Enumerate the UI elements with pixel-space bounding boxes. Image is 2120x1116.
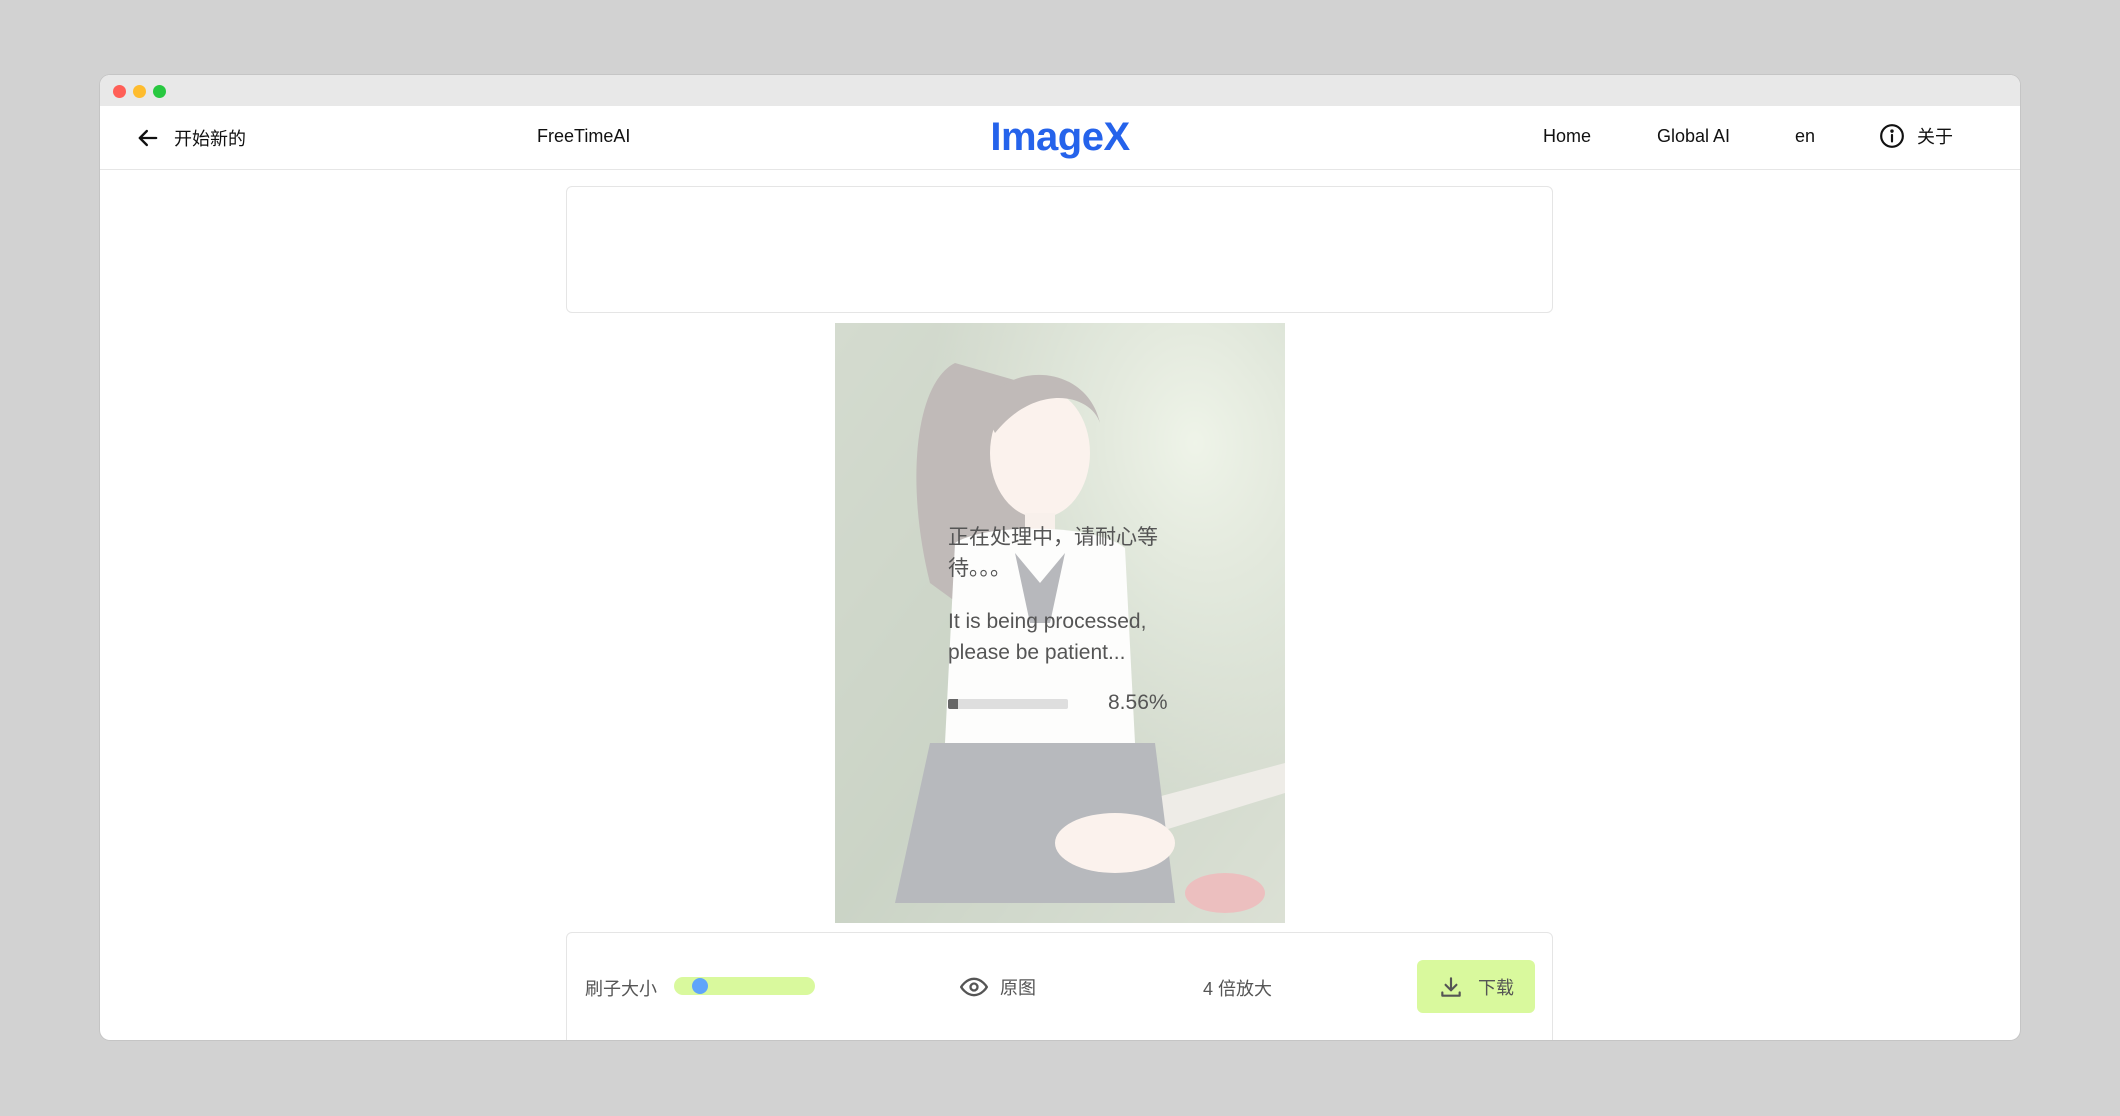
upscale-4x-button[interactable]: 4 倍放大 <box>1203 975 1272 1001</box>
view-original-button[interactable]: 原图 <box>960 973 1036 1001</box>
editor-toolbar: 刷子大小 原图 4 倍放大 下载 <box>566 932 1553 1040</box>
eye-icon <box>960 977 988 997</box>
image-preview[interactable]: 正在处理中，请耐心等待。。。 It is being processed, pl… <box>835 323 1285 923</box>
minimize-window-button[interactable] <box>133 85 146 98</box>
top-panel <box>566 186 1553 313</box>
download-label: 下载 <box>1478 977 1514 998</box>
browser-window: 开始新的 FreeTimeAI ImageX Home Global AI en… <box>100 75 2020 1040</box>
brush-size-slider[interactable] <box>674 977 815 995</box>
maximize-window-button[interactable] <box>153 85 166 98</box>
nav-link-global-ai[interactable]: Global AI <box>1657 126 1730 147</box>
brush-size-slider-thumb[interactable] <box>692 978 709 994</box>
download-icon <box>1441 976 1461 997</box>
about-button[interactable]: 关于 <box>1879 123 1953 149</box>
top-navbar: 开始新的 FreeTimeAI ImageX Home Global AI en… <box>100 106 2020 170</box>
about-label: 关于 <box>1917 127 1953 147</box>
imagex-logo[interactable]: ImageX <box>990 115 1130 160</box>
processing-message-en: It is being processed, please be patient… <box>948 610 1147 664</box>
progress-bar <box>948 699 1068 709</box>
close-window-button[interactable] <box>113 85 126 98</box>
info-circle-icon <box>1880 124 1904 148</box>
progress-percent: 8.56% <box>1108 691 1168 714</box>
language-selector[interactable]: en <box>1795 126 1815 147</box>
progress-bar-fill <box>948 699 959 709</box>
window-titlebar <box>100 75 2020 106</box>
download-button[interactable]: 下载 <box>1417 960 1535 1013</box>
start-new-button[interactable]: 开始新的 <box>134 124 246 152</box>
processing-message-zh: 正在处理中，请耐心等待。。。 <box>948 526 1158 580</box>
freetimeai-link[interactable]: FreeTimeAI <box>537 126 630 147</box>
brush-size-label: 刷子大小 <box>585 979 657 999</box>
start-new-label: 开始新的 <box>174 129 246 149</box>
nav-link-home[interactable]: Home <box>1543 126 1591 147</box>
arrow-left-icon <box>138 129 158 147</box>
view-original-label: 原图 <box>1000 978 1036 998</box>
